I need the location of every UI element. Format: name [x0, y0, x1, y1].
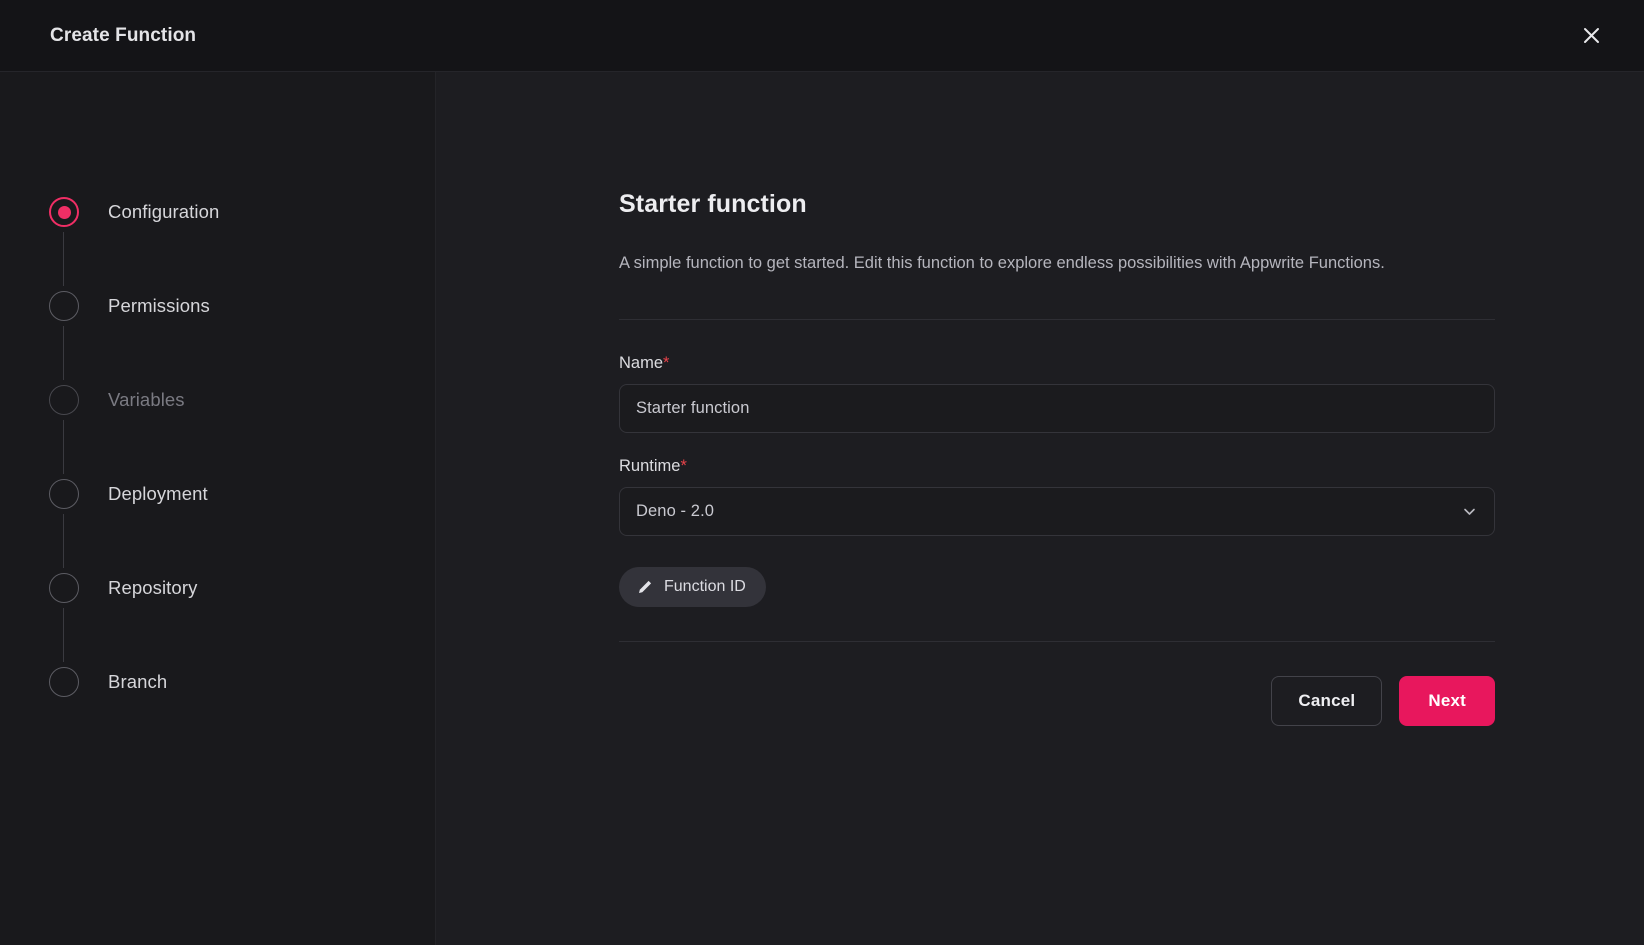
close-icon: [1582, 26, 1601, 45]
step-marker-configuration: [49, 197, 79, 227]
step-connector: [63, 420, 64, 474]
runtime-label: Runtime*: [619, 457, 1495, 476]
modal-actions: Cancel Next: [619, 642, 1495, 726]
close-button[interactable]: [1574, 19, 1608, 53]
function-id-button-label: Function ID: [664, 578, 746, 596]
step-label-repository: Repository: [108, 577, 197, 599]
configuration-form: Name* Starter function Runtime* Deno - 2…: [619, 320, 1495, 726]
step-marker-branch: [49, 667, 79, 697]
next-button[interactable]: Next: [1399, 676, 1495, 726]
field-runtime: Runtime* Deno - 2.0: [619, 457, 1495, 536]
step-label-permissions: Permissions: [108, 295, 210, 317]
step-label-configuration: Configuration: [108, 201, 219, 223]
required-asterisk: *: [680, 457, 686, 475]
step-connector: [63, 232, 64, 286]
step-connector: [63, 608, 64, 662]
page-title: Create Function: [50, 25, 196, 47]
step-label-deployment: Deployment: [108, 483, 208, 505]
runtime-select-value: Deno - 2.0: [636, 502, 1461, 521]
modal-header: Create Function: [0, 0, 1644, 72]
name-input[interactable]: Starter function: [619, 384, 1495, 433]
section-description: A simple function to get started. Edit t…: [619, 249, 1449, 277]
step-deployment[interactable]: Deployment: [0, 474, 435, 514]
runtime-select[interactable]: Deno - 2.0: [619, 487, 1495, 536]
step-connector: [63, 326, 64, 380]
step-marker-repository: [49, 573, 79, 603]
step-connector: [63, 514, 64, 568]
field-name: Name* Starter function: [619, 354, 1495, 433]
required-asterisk: *: [663, 354, 669, 372]
step-label-branch: Branch: [108, 671, 167, 693]
create-function-modal: Create Function Configuration Permission…: [0, 0, 1644, 945]
step-variables: Variables: [0, 380, 435, 420]
function-id-button[interactable]: Function ID: [619, 567, 766, 607]
chevron-down-icon: [1461, 503, 1478, 520]
name-label-text: Name: [619, 354, 663, 372]
step-marker-variables: [49, 385, 79, 415]
step-branch[interactable]: Branch: [0, 662, 435, 702]
step-configuration[interactable]: Configuration: [0, 192, 435, 232]
step-label-variables: Variables: [108, 389, 185, 411]
name-label: Name*: [619, 354, 1495, 373]
section-title: Starter function: [619, 190, 1495, 219]
main-content: Starter function A simple function to ge…: [436, 72, 1644, 945]
step-marker-deployment: [49, 479, 79, 509]
step-repository[interactable]: Repository: [0, 568, 435, 608]
wizard-stepper: Configuration Permissions Variables Depl…: [0, 72, 436, 945]
step-marker-permissions: [49, 291, 79, 321]
step-permissions[interactable]: Permissions: [0, 286, 435, 326]
pencil-icon: [637, 579, 653, 595]
modal-body: Configuration Permissions Variables Depl…: [0, 72, 1644, 945]
name-input-value: Starter function: [636, 399, 750, 418]
runtime-label-text: Runtime: [619, 457, 680, 475]
cancel-button[interactable]: Cancel: [1271, 676, 1382, 726]
